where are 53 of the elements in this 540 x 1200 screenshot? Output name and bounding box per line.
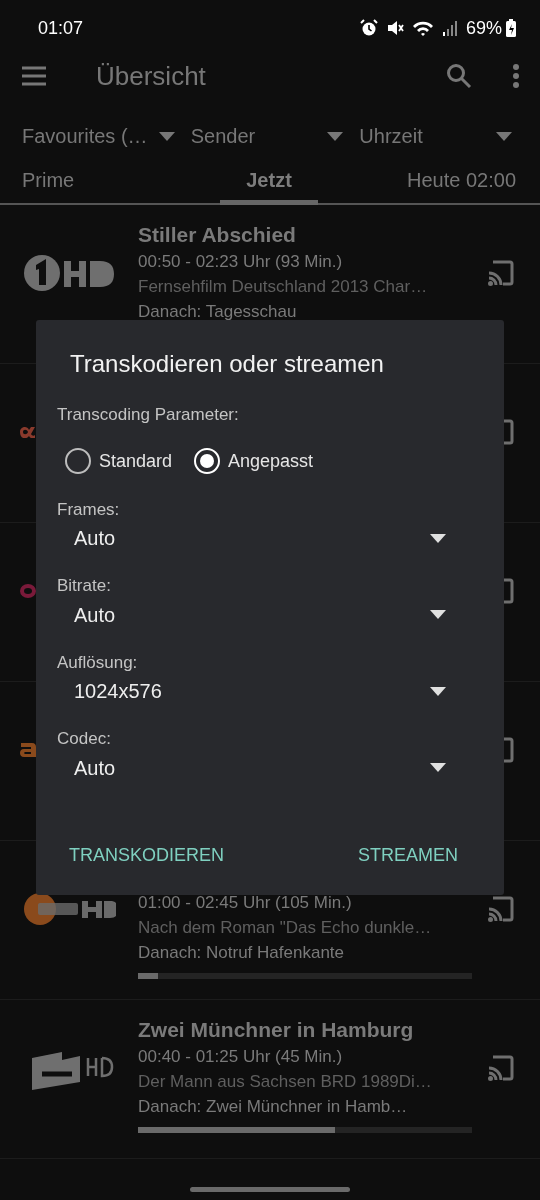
mute-icon [385,19,404,37]
caret-icon [430,686,446,696]
program-description: Nach dem Roman "Das Echo dunkle… [138,917,433,939]
wifi-icon [411,19,434,37]
screen-title: Übersicht [96,59,206,93]
more-icon[interactable] [512,63,520,89]
next-program: Danach: Tagesschau [138,301,298,323]
clock-text: 01:07 [38,16,84,40]
program-time: 01:00 - 02:45 Uhr (105 Min.) [138,892,353,914]
section-label: Transcoding Parameter: [57,404,240,426]
program-title: Zwei Münchner in Hamburg [138,1017,415,1043]
search-icon[interactable] [446,63,472,89]
dropdown-field[interactable]: 1024x576 [57,675,470,707]
program-description: Fernsehfilm Deutschland 2013 Char… [138,276,429,298]
dropdown-field[interactable]: Auto [57,598,470,631]
cast-icon[interactable] [488,259,514,286]
program-time: 00:50 - 02:23 Uhr (93 Min.) [138,251,344,273]
filter-dropdown[interactable]: Uhrzeit [359,121,528,151]
dialog-button[interactable]: STREAMEN [346,833,470,877]
battery-text: 69% [465,16,502,40]
tab[interactable]: Jetzt [220,164,318,205]
signal-icon [441,19,458,37]
program-title: Stiller Abschied [138,222,297,248]
field-label: Auflösung: [57,651,139,674]
alarm-icon [359,19,378,37]
next-program: Danach: Notruf Hafenkante [138,942,345,964]
field-label: Codec: [57,728,112,750]
dropdown-field[interactable]: Auto [57,751,470,784]
dropdown-field[interactable]: Auto [57,522,470,554]
program-description: Der Mann aus Sachsen BRD 1989Di… [138,1071,433,1093]
radio-button[interactable] [65,448,91,474]
field-label: Frames: [57,498,121,521]
caret-icon [430,533,446,543]
next-program: Danach: Zwei Münchner in Hamb… [138,1096,409,1118]
caret-icon [327,131,344,141]
program-time: 00:40 - 01:25 Uhr (45 Min.) [138,1046,344,1068]
dialog-button[interactable]: TRANSKODIEREN [57,833,237,877]
filter-dropdown[interactable]: Sender [190,121,360,151]
caret-icon [430,610,446,619]
menu-icon[interactable] [20,65,48,87]
cast-icon[interactable] [488,895,514,922]
tab[interactable]: Heute 02:00 [407,164,516,205]
filter-dropdown[interactable]: Favourites (… [22,121,191,151]
field-label: Bitrate: [57,575,112,597]
radio-option[interactable]: Angepasst [194,447,314,475]
caret-icon [158,131,175,141]
radio-option[interactable]: Standard [65,447,173,475]
tab[interactable]: Prime [22,164,75,205]
battery-icon [506,19,516,37]
caret-icon [430,763,446,772]
cast-icon[interactable] [488,1054,514,1081]
dialog-title: Transkodieren oder streamen [70,349,385,379]
caret-icon [496,131,512,141]
